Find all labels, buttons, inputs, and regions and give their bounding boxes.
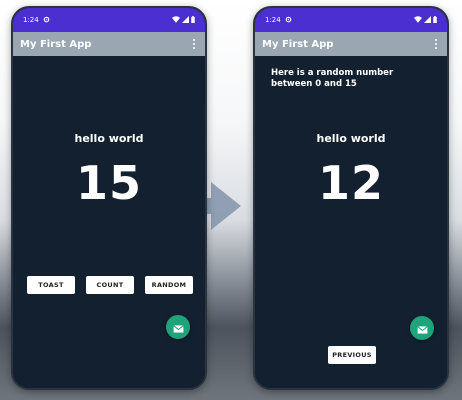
gear-icon: [43, 16, 50, 25]
mail-icon: [172, 318, 184, 337]
signal-icon: [424, 15, 431, 25]
second-content: Here is a random number between 0 and 15…: [255, 56, 447, 388]
signal-icon: [182, 15, 189, 25]
toast-button[interactable]: TOAST: [27, 276, 75, 294]
overflow-menu-icon[interactable]: [431, 38, 441, 50]
wifi-icon: [172, 15, 180, 25]
overflow-menu-icon[interactable]: [189, 38, 199, 50]
hello-text: hello world: [316, 132, 386, 145]
status-time: 1:24: [23, 16, 39, 24]
random-number: 12: [317, 156, 384, 210]
mail-fab-button[interactable]: [166, 315, 190, 339]
battery-icon: [191, 15, 195, 25]
phone-screen-second: 1:24 My First App Here is a random numbe…: [253, 6, 449, 390]
app-title: My First App: [20, 38, 92, 50]
battery-icon: [433, 15, 437, 25]
gear-icon: [285, 16, 292, 25]
main-content: hello world 15 TOAST COUNT RANDOM: [13, 56, 205, 388]
status-time: 1:24: [265, 16, 281, 24]
mail-icon: [416, 319, 428, 338]
app-bar: My First App: [13, 32, 205, 56]
app-bar: My First App: [255, 32, 447, 56]
wifi-icon: [414, 15, 422, 25]
random-button[interactable]: RANDOM: [145, 276, 193, 294]
status-bar: 1:24: [13, 8, 205, 32]
status-bar: 1:24: [255, 8, 447, 32]
random-number-label: Here is a random number between 0 and 15: [271, 68, 394, 89]
count-number: 15: [75, 156, 142, 210]
app-title: My First App: [262, 38, 334, 50]
hello-text: hello world: [74, 132, 144, 145]
mail-fab-button[interactable]: [410, 316, 434, 340]
previous-button[interactable]: PREVIOUS: [328, 346, 376, 364]
count-button[interactable]: COUNT: [86, 276, 134, 294]
phone-screen-main: 1:24 My First App hello world 15 TOAST C…: [11, 6, 207, 390]
